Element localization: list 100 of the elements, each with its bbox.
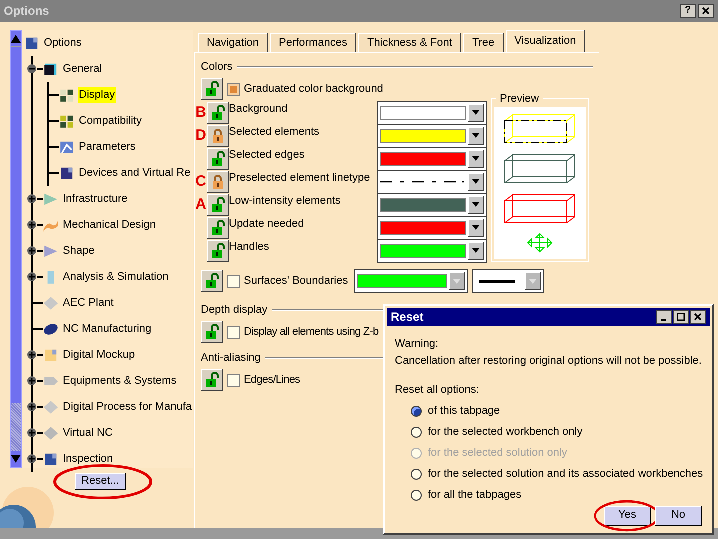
- workbench-icon: [59, 140, 75, 154]
- expand-icon[interactable]: [27, 376, 37, 386]
- radio-button[interactable]: [411, 406, 422, 416]
- tree-item[interactable]: Mechanical Design: [62, 216, 157, 234]
- dropdown-field[interactable]: [377, 170, 487, 194]
- tree-item[interactable]: Virtual NC: [62, 424, 114, 442]
- workbench-icon: [59, 166, 75, 180]
- expand-icon[interactable]: [27, 272, 37, 282]
- minimize-button[interactable]: [656, 310, 672, 324]
- dropdown-field[interactable]: [377, 100, 487, 124]
- dropdown-field[interactable]: [377, 216, 487, 240]
- scroll-up-icon[interactable]: [11, 34, 21, 42]
- option-label: Edges/Lines: [244, 372, 300, 388]
- tab[interactable]: Performances: [270, 33, 356, 52]
- lock-button[interactable]: [201, 270, 223, 292]
- color-label: Selected edges: [229, 148, 306, 163]
- dropdown-field[interactable]: [377, 238, 487, 262]
- scrollbar[interactable]: [10, 30, 22, 468]
- dropdown-field[interactable]: [377, 192, 487, 216]
- move-handle-icon: [526, 233, 554, 253]
- dropdown-field[interactable]: [354, 269, 468, 293]
- radio-button[interactable]: [411, 426, 422, 438]
- expand-icon[interactable]: [27, 428, 37, 438]
- radio-button[interactable]: [411, 490, 422, 500]
- tree-item[interactable]: Devices and Virtual Re: [78, 164, 192, 182]
- lock-button[interactable]: [207, 194, 229, 216]
- lock-button[interactable]: [207, 170, 229, 192]
- tree-item[interactable]: AEC Plant: [62, 294, 115, 312]
- workbench-icon: [43, 400, 59, 414]
- padlock-open-icon: [211, 220, 225, 236]
- dropdown-field[interactable]: [377, 124, 487, 148]
- lock-button[interactable]: [207, 216, 229, 238]
- dialog-button[interactable]: No: [655, 506, 702, 526]
- dropdown-field[interactable]: [377, 146, 487, 170]
- caret-icon: [472, 156, 480, 161]
- collapse-icon[interactable]: [27, 64, 37, 74]
- lock-button[interactable]: [207, 124, 229, 146]
- expand-icon[interactable]: [27, 194, 37, 204]
- expand-icon[interactable]: [27, 350, 37, 360]
- color-label: Low-intensity elements: [229, 194, 342, 209]
- lock-button[interactable]: [207, 102, 229, 124]
- tree-item[interactable]: Digital Mockup: [62, 346, 136, 364]
- tree-item[interactable]: Compatibility: [78, 112, 143, 130]
- dropdown-button[interactable]: [468, 172, 484, 190]
- close-button[interactable]: [698, 4, 714, 18]
- reset-button[interactable]: Reset...: [74, 473, 126, 490]
- tree-item[interactable]: Options: [43, 34, 83, 52]
- dropdown-field[interactable]: [472, 269, 544, 293]
- dropdown-button[interactable]: [468, 104, 484, 122]
- tree-item[interactable]: NC Manufacturing: [62, 320, 153, 338]
- tree-item[interactable]: General: [62, 60, 104, 78]
- caret-icon: [472, 248, 480, 253]
- dropdown-button[interactable]: [468, 196, 484, 214]
- workbench-icon: [43, 426, 59, 440]
- annotation-letter: D: [196, 128, 206, 143]
- tree-item[interactable]: Shape: [62, 242, 96, 260]
- workbench-icon: [43, 244, 59, 258]
- help-button[interactable]: ?: [680, 4, 696, 18]
- radio-button[interactable]: [411, 468, 422, 480]
- tab[interactable]: Tree: [463, 33, 504, 52]
- dropdown-button[interactable]: [449, 272, 465, 290]
- expand-icon[interactable]: [27, 454, 37, 464]
- checkbox[interactable]: [227, 326, 240, 338]
- padlock-open-icon: [211, 150, 225, 166]
- checkbox[interactable]: [227, 374, 240, 386]
- lock-button[interactable]: [201, 321, 223, 343]
- dropdown-button[interactable]: [525, 272, 541, 290]
- tree-item[interactable]: Display: [78, 86, 116, 104]
- lock-button[interactable]: [207, 240, 229, 262]
- dropdown-button[interactable]: [468, 126, 484, 144]
- expand-icon[interactable]: [27, 220, 37, 230]
- tree-item[interactable]: Parameters: [78, 138, 137, 156]
- tree-item[interactable]: Infrastructure: [62, 190, 129, 208]
- caret-icon: [472, 225, 480, 230]
- group-title: Depth display: [201, 302, 268, 318]
- tab[interactable]: Visualization: [506, 30, 586, 52]
- caret-icon: [472, 110, 480, 115]
- scroll-down-icon[interactable]: [11, 455, 21, 463]
- tree-item[interactable]: Inspection: [62, 450, 114, 468]
- expand-icon[interactable]: [27, 246, 37, 256]
- close-button[interactable]: [690, 310, 706, 324]
- tab[interactable]: Navigation: [198, 33, 268, 52]
- tab[interactable]: Thickness & Font: [358, 33, 462, 52]
- checkbox[interactable]: [227, 82, 240, 96]
- tree-item[interactable]: Digital Process for Manufa: [62, 398, 193, 416]
- lock-button[interactable]: [207, 148, 229, 170]
- close-icon: [694, 313, 702, 321]
- tree-item[interactable]: Analysis & Simulation: [62, 268, 170, 286]
- dropdown-button[interactable]: [468, 150, 484, 168]
- dropdown-button[interactable]: [468, 218, 484, 236]
- window-title: Options: [4, 3, 50, 20]
- dialog-button[interactable]: Yes: [604, 506, 651, 526]
- dropdown-button[interactable]: [468, 242, 484, 260]
- lock-button[interactable]: [201, 369, 223, 391]
- tree-item[interactable]: Equipments & Systems: [62, 372, 178, 390]
- expand-icon[interactable]: [27, 402, 37, 412]
- padlock-open-icon: [211, 242, 225, 258]
- maximize-button[interactable]: [673, 310, 689, 324]
- lock-button[interactable]: [201, 78, 223, 100]
- checkbox[interactable]: [227, 274, 240, 288]
